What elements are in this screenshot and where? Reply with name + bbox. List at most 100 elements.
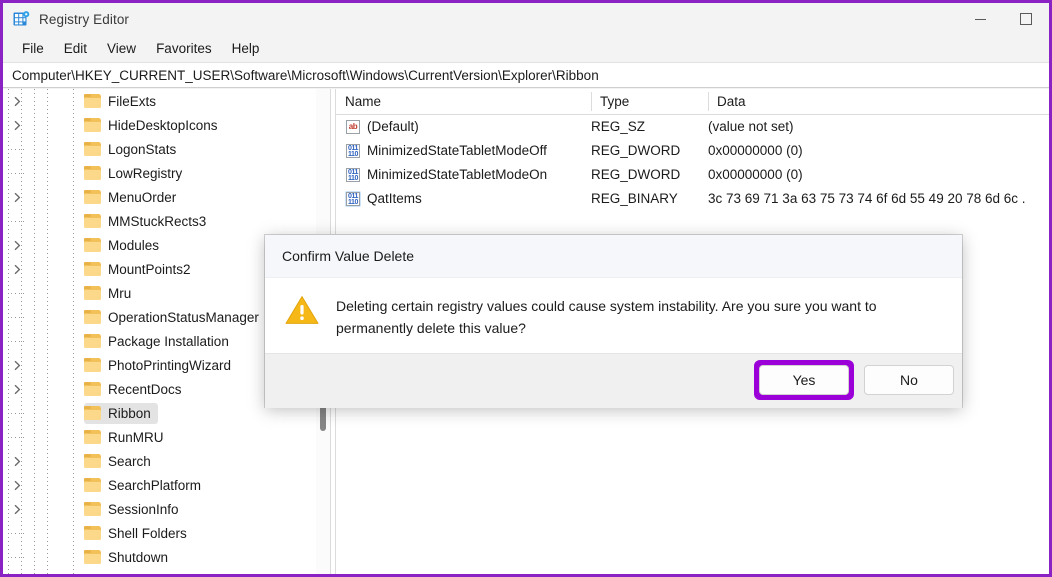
tree-item-body[interactable]: SearchPlatform [84, 475, 208, 496]
tree-item-body[interactable]: Modules [84, 235, 166, 256]
tree-item-body[interactable]: RunMRU [84, 427, 171, 448]
chevron-right-icon[interactable] [12, 239, 23, 251]
tree-item-body[interactable]: RecentDocs [84, 379, 189, 400]
menu-item-file[interactable]: File [12, 38, 54, 59]
tree-item-label: StartPage [108, 571, 168, 575]
folder-icon [84, 334, 101, 348]
tree-item-label: Ribbon [108, 405, 151, 421]
tree-item-body[interactable]: LowRegistry [84, 163, 189, 184]
tree-item-lowregistry[interactable]: LowRegistry [3, 161, 330, 185]
tree-item-label: FileExts [108, 93, 157, 109]
tree-item-body[interactable]: FileExts [84, 91, 163, 112]
chevron-right-icon[interactable] [12, 191, 23, 203]
chevron-right-icon[interactable] [12, 359, 23, 371]
tree-indent [3, 185, 84, 209]
minimize-button[interactable] [957, 3, 1003, 35]
yes-button[interactable]: Yes [759, 365, 849, 395]
tree-item-body[interactable]: MountPoints2 [84, 259, 198, 280]
tree-item-body[interactable]: Shutdown [84, 547, 175, 568]
maximize-icon [1020, 13, 1032, 25]
values-row[interactable]: 011 110 MinimizedStateTabletModeOn REG_DWOR… [336, 163, 1049, 187]
tree-item-label: RunMRU [108, 429, 164, 445]
tree-item-body[interactable]: SessionInfo [84, 499, 186, 520]
tree-item-label: Shell Folders [108, 525, 187, 541]
chevron-right-icon[interactable] [12, 263, 23, 275]
chevron-right-icon[interactable] [12, 455, 23, 467]
tree-item-body[interactable]: Package Installation [84, 331, 236, 352]
tree-item-body[interactable]: Shell Folders [84, 523, 194, 544]
value-data: 0x00000000 (0) [708, 143, 803, 158]
tree-indent [3, 521, 84, 545]
tree-item-fileexts[interactable]: FileExts [3, 89, 330, 113]
folder-icon [84, 502, 101, 516]
tree-indent [3, 473, 84, 497]
tree-item-label: PhotoPrintingWizard [108, 357, 232, 373]
dialog-title: Confirm Value Delete [282, 248, 415, 264]
tree-item-body[interactable]: LogonStats [84, 139, 183, 160]
tree-item-shutdown[interactable]: Shutdown [3, 545, 330, 569]
tree-item-sessioninfo[interactable]: SessionInfo [3, 497, 330, 521]
values-row[interactable]: 011 110 MinimizedStateTabletModeOff REG_DWO… [336, 139, 1049, 163]
chevron-right-icon[interactable] [12, 479, 23, 491]
window-controls [957, 3, 1049, 35]
menu-bar: File Edit View Favorites Help [3, 35, 1049, 62]
tree-indent [3, 161, 84, 185]
tree-item-label: Modules [108, 237, 160, 253]
tree-item-menuorder[interactable]: MenuOrder [3, 185, 330, 209]
tree-item-body[interactable]: Search [84, 451, 158, 472]
binary-value-icon: 011 110 [346, 168, 360, 182]
menu-item-favorites[interactable]: Favorites [146, 38, 222, 59]
chevron-right-icon[interactable] [12, 95, 23, 107]
yes-button-highlight: Yes [754, 360, 854, 400]
binary-value-icon: 011 110 [346, 144, 360, 158]
folder-icon [84, 94, 101, 108]
tree-indent [3, 329, 84, 353]
menu-item-view[interactable]: View [97, 38, 146, 59]
folder-icon [84, 238, 101, 252]
column-header-type[interactable]: Type [591, 89, 708, 114]
tree-item-logonstats[interactable]: LogonStats [3, 137, 330, 161]
chevron-right-icon[interactable] [12, 503, 23, 515]
tree-item-body[interactable]: OperationStatusManager [84, 307, 266, 328]
chevron-right-icon[interactable] [12, 383, 23, 395]
folder-icon [84, 550, 101, 564]
dialog-body: Deleting certain registry values could c… [265, 278, 962, 353]
tree-item-mmstuckrects3[interactable]: MMStuckRects3 [3, 209, 330, 233]
tree-item-body[interactable]: HideDesktopIcons [84, 115, 225, 136]
tree-indent [3, 257, 84, 281]
tree-indent [3, 305, 84, 329]
tree-item-selected[interactable]: Ribbon [84, 402, 158, 424]
folder-icon [84, 214, 101, 228]
folder-icon [84, 190, 101, 204]
tree-item-startpage[interactable]: StartPage [3, 569, 330, 575]
tree-item-body[interactable]: MMStuckRects3 [84, 211, 213, 232]
tree-connector [11, 413, 24, 414]
string-value-icon: ab [345, 119, 361, 135]
value-type: REG_DWORD [591, 167, 681, 182]
tree-item-label: Mru [108, 285, 132, 301]
tree-item-hidedesktopicons[interactable]: HideDesktopIcons [3, 113, 330, 137]
no-button[interactable]: No [864, 365, 954, 395]
tree-item-shell-folders[interactable]: Shell Folders [3, 521, 330, 545]
tree-item-search[interactable]: Search [3, 449, 330, 473]
tree-item-runmru[interactable]: RunMRU [3, 425, 330, 449]
menu-item-help[interactable]: Help [222, 38, 270, 59]
menu-item-edit[interactable]: Edit [54, 38, 97, 59]
address-bar[interactable]: Computer\HKEY_CURRENT_USER\Software\Micr… [3, 62, 1049, 88]
column-header-name[interactable]: Name [336, 89, 591, 114]
tree-item-label: LogonStats [108, 141, 177, 157]
values-row[interactable]: ab (Default) REG_SZ (value not set) [336, 115, 1049, 139]
values-row[interactable]: 011 110 QatItems REG_BINARY 3c 73 69 71 3a 6… [336, 187, 1049, 211]
folder-icon [84, 286, 101, 300]
tree-item-body[interactable]: PhotoPrintingWizard [84, 355, 238, 376]
tree-item-body[interactable]: Mru [84, 283, 138, 304]
value-data: (value not set) [708, 119, 794, 134]
tree-connector [11, 173, 24, 174]
value-name: MinimizedStateTabletModeOff [367, 143, 547, 158]
tree-item-body[interactable]: StartPage [84, 571, 175, 575]
maximize-button[interactable] [1003, 3, 1049, 35]
tree-item-body[interactable]: MenuOrder [84, 187, 183, 208]
tree-item-searchplatform[interactable]: SearchPlatform [3, 473, 330, 497]
chevron-right-icon[interactable] [12, 119, 23, 131]
column-header-data[interactable]: Data [708, 89, 1049, 114]
